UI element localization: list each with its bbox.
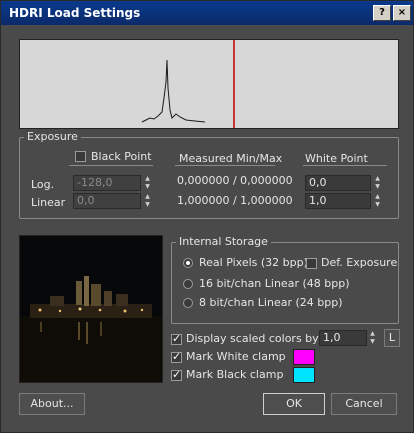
8bit-linear-radio[interactable] [183, 298, 193, 308]
dialog-title: HDRI Load Settings [9, 6, 141, 20]
white-clamp-color-swatch[interactable] [293, 349, 315, 365]
histogram-curve [141, 59, 206, 123]
about-button[interactable]: About... [19, 393, 85, 415]
help-button[interactable]: ? [373, 5, 391, 21]
close-button[interactable]: × [393, 5, 411, 21]
spinner-down-icon[interactable]: ▼ [373, 183, 382, 191]
spinner-up-icon[interactable]: ▲ [373, 175, 382, 183]
white-point-log-field[interactable]: 0,0 [305, 175, 371, 191]
black-point-checkbox[interactable] [75, 151, 86, 162]
mark-white-clamp-checkbox[interactable] [171, 350, 182, 363]
black-point-linear-field[interactable]: 0,0 [73, 193, 141, 209]
title-bar: HDRI Load Settings ? × [1, 1, 413, 25]
def-exposure-label: Def. Exposure [321, 256, 398, 269]
dialog-content: Exposure Black Point Measured Min/Max Wh… [1, 25, 413, 432]
mark-black-clamp-checkbox[interactable] [171, 368, 182, 381]
image-preview [19, 235, 163, 383]
log-label: Log. [31, 178, 55, 191]
measured-min-max-header: Measured Min/Max [179, 152, 283, 165]
mark-white-clamp-label: Mark White clamp [186, 350, 286, 363]
city-night-thumbnail [20, 236, 162, 382]
ok-button[interactable]: OK [263, 393, 325, 415]
measured-linear-value: 1,000000 / 1,000000 [177, 194, 293, 207]
white-point-header: White Point [305, 152, 368, 165]
mark-black-clamp-label: Mark Black clamp [186, 368, 284, 381]
black-point-label: Black Point [91, 150, 152, 163]
measured-divider [175, 165, 275, 166]
l-button[interactable]: L [384, 329, 400, 347]
spinner-up-icon[interactable]: ▲ [368, 330, 377, 338]
real-pixels-radio[interactable] [183, 258, 193, 268]
spinner-down-icon[interactable]: ▼ [368, 338, 377, 346]
real-pixels-label: Real Pixels (32 bpp) [199, 256, 308, 269]
linear-label: Linear [31, 196, 66, 209]
histogram-panel[interactable] [19, 39, 399, 129]
spinner-down-icon[interactable]: ▼ [143, 201, 152, 209]
white-point-linear-field[interactable]: 1,0 [305, 193, 371, 209]
cancel-button[interactable]: Cancel [331, 393, 397, 415]
spinner-down-icon[interactable]: ▼ [373, 201, 382, 209]
16bit-linear-radio[interactable] [183, 279, 193, 289]
black-clamp-color-swatch[interactable] [293, 367, 315, 383]
scale-value-spinner[interactable]: ▲ ▼ [368, 330, 377, 346]
black-point-log-spinner[interactable]: ▲ ▼ [143, 175, 152, 191]
black-point-divider [69, 165, 153, 166]
spinner-down-icon[interactable]: ▼ [143, 183, 152, 191]
scale-value-field[interactable]: 1,0 [319, 330, 367, 346]
white-point-linear-spinner[interactable]: ▲ ▼ [373, 193, 382, 209]
spinner-up-icon[interactable]: ▲ [373, 193, 382, 201]
measured-log-value: 0,000000 / 0,000000 [177, 174, 293, 187]
internal-storage-legend: Internal Storage [176, 235, 271, 248]
exposure-legend: Exposure [24, 130, 81, 143]
black-point-log-field[interactable]: -128,0 [73, 175, 141, 191]
white-point-divider [303, 165, 387, 166]
16bit-linear-label: 16 bit/chan Linear (48 bpp) [199, 277, 350, 290]
display-scaled-label: Display scaled colors by: [186, 332, 322, 345]
spinner-up-icon[interactable]: ▲ [143, 175, 152, 183]
white-point-log-spinner[interactable]: ▲ ▼ [373, 175, 382, 191]
spinner-up-icon[interactable]: ▲ [143, 193, 152, 201]
hdri-load-settings-dialog: HDRI Load Settings ? × Exposure Black Po… [0, 0, 414, 433]
8bit-linear-label: 8 bit/chan Linear (24 bpp) [199, 296, 343, 309]
display-scaled-checkbox[interactable] [171, 332, 182, 345]
def-exposure-checkbox[interactable] [306, 258, 317, 269]
black-point-linear-spinner[interactable]: ▲ ▼ [143, 193, 152, 209]
histogram-graph [141, 40, 235, 128]
